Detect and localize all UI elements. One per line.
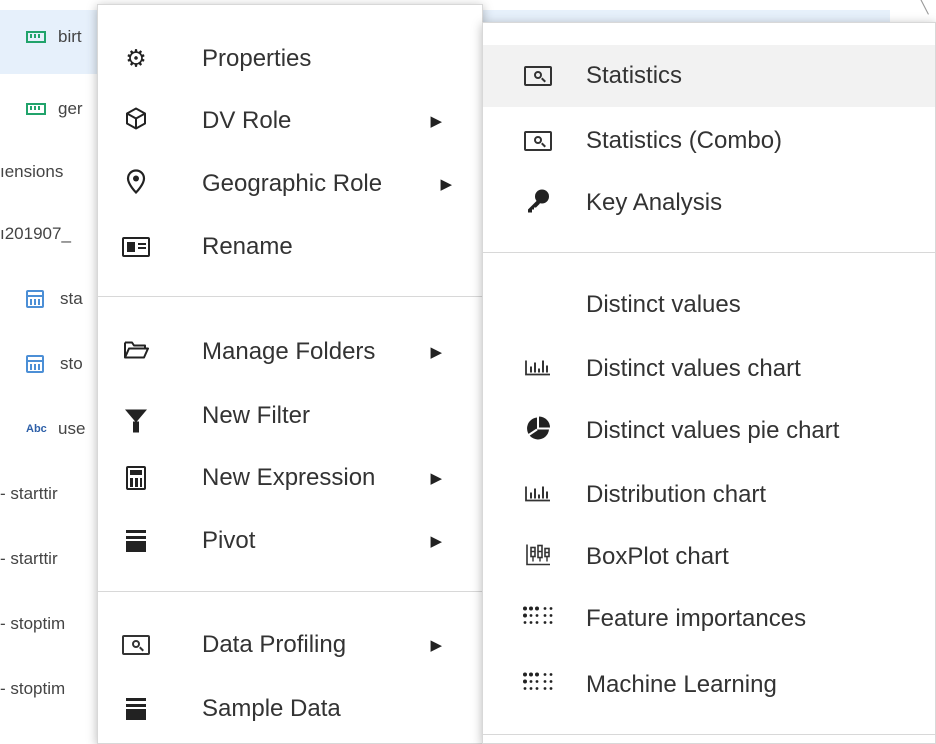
folder-open-icon — [123, 340, 149, 365]
tree-folder-dimensions[interactable]: ıensions — [0, 160, 63, 184]
submenu-item-distinct-values-chart[interactable]: Distinct values chart — [483, 343, 935, 395]
menu-item-label: Key Analysis — [586, 189, 723, 216]
calculator-icon — [126, 466, 146, 490]
menu-item-label: Feature importances — [586, 605, 807, 632]
bar-chart-icon — [524, 357, 552, 382]
tree-item-label: - starttir — [0, 549, 58, 568]
data-profiling-submenu: Statistics Statistics (Combo) Key Analys… — [482, 22, 936, 744]
tree-item-label: birt — [58, 27, 82, 46]
menu-item-sample-data[interactable]: Sample Data — [98, 683, 482, 735]
menu-item-dv-role[interactable]: DV Role ▶ — [98, 95, 482, 147]
pie-chart-icon — [525, 416, 551, 447]
tree-item-label: - stoptim — [0, 614, 66, 633]
measure-icon — [26, 103, 46, 115]
submenu-arrow-icon: ▶ — [430, 113, 442, 130]
tree-item-starttime-2[interactable]: - starttir — [0, 547, 58, 571]
menu-item-label: New Filter — [202, 402, 311, 429]
submenu-item-boxplot-chart[interactable]: BoxPlot chart — [483, 531, 935, 583]
menu-divider — [98, 296, 482, 297]
menu-divider — [98, 591, 482, 592]
menu-item-label: DV Role — [202, 107, 292, 134]
tree-item-label: ı201907_ — [0, 224, 71, 243]
submenu-arrow-icon: ▶ — [430, 637, 442, 654]
submenu-arrow-icon: ▶ — [430, 344, 442, 361]
id-card-icon — [122, 237, 150, 257]
menu-item-label: Statistics — [586, 62, 683, 89]
menu-item-properties[interactable]: ⚙ Properties — [98, 33, 482, 85]
tree-item-label: sto — [60, 354, 83, 373]
bar-chart-icon — [524, 483, 552, 508]
menu-divider — [483, 734, 935, 735]
menu-item-geographic-role[interactable]: Geographic Role ▶ — [98, 158, 482, 210]
tree-item-stoptime-1[interactable]: - stoptim — [0, 612, 65, 636]
submenu-item-statistics[interactable]: Statistics — [483, 45, 935, 107]
funnel-icon — [125, 409, 147, 433]
tree-item-label: ıensions — [0, 162, 64, 181]
menu-item-label: Properties — [202, 45, 312, 72]
menu-item-label: Rename — [202, 233, 293, 260]
submenu-arrow-icon: ▶ — [430, 533, 442, 550]
menu-item-label: Distribution chart — [586, 481, 767, 508]
scan-icon — [122, 635, 150, 655]
menu-item-new-filter[interactable]: New Filter — [98, 390, 482, 442]
menu-item-manage-folders[interactable]: Manage Folders ▶ — [98, 326, 482, 378]
tree-item-label: - starttir — [0, 484, 58, 503]
tree-item-label: - stoptim — [0, 679, 66, 698]
menu-item-label: Geographic Role — [202, 170, 383, 197]
dots-grid-icon — [522, 606, 554, 633]
tree-item-label: sta — [60, 289, 83, 308]
pivot-icon — [126, 530, 146, 552]
submenu-arrow-icon: ▶ — [430, 470, 442, 487]
tree-item-label: use — [58, 419, 86, 438]
menu-item-label: Sample Data — [202, 695, 341, 722]
menu-item-pivot[interactable]: Pivot ▶ — [98, 515, 482, 567]
submenu-item-machine-learning[interactable]: Machine Learning — [483, 659, 935, 711]
menu-item-label: Data Profiling — [202, 631, 347, 658]
submenu-item-key-analysis[interactable]: Key Analysis — [483, 177, 935, 229]
menu-item-label: Manage Folders — [202, 338, 376, 365]
key-icon — [524, 187, 552, 220]
calendar-icon — [26, 290, 44, 308]
tree-item-label: ger — [58, 99, 83, 118]
submenu-item-distribution-chart[interactable]: Distribution chart — [483, 469, 935, 521]
submenu-item-statistics-combo[interactable]: Statistics (Combo) — [483, 115, 935, 167]
scan-icon — [524, 66, 552, 86]
context-menu: ⚙ Properties DV Role ▶ Geographic Role ▶… — [97, 4, 483, 744]
menu-item-new-expression[interactable]: New Expression ▶ — [98, 452, 482, 504]
pivot-icon — [126, 698, 146, 720]
calendar-icon — [26, 355, 44, 373]
text-abc-icon: Abc — [26, 423, 47, 435]
menu-item-label: Distinct values pie chart — [586, 417, 840, 444]
menu-item-label: Distinct values — [586, 291, 741, 318]
menu-divider — [483, 252, 935, 253]
submenu-arrow-icon: ▶ — [440, 176, 452, 193]
menu-item-label: BoxPlot chart — [586, 543, 729, 570]
measure-icon — [26, 31, 46, 43]
cube-icon — [124, 107, 148, 136]
menu-item-label: Machine Learning — [586, 671, 777, 698]
tree-item-stoptime-2[interactable]: - stoptim — [0, 677, 65, 701]
submenu-item-distinct-values-pie-chart[interactable]: Distinct values pie chart — [483, 405, 935, 457]
tree-item-starttime-1[interactable]: - starttir — [0, 482, 58, 506]
menu-item-label: Statistics (Combo) — [586, 127, 783, 154]
menu-item-rename[interactable]: Rename — [98, 221, 482, 273]
menu-item-label: Pivot — [202, 527, 256, 554]
submenu-item-feature-importances[interactable]: Feature importances — [483, 593, 935, 645]
scroll-indicator-icon: ╲ — [920, 0, 929, 14]
boxplot-icon — [525, 543, 551, 572]
dots-grid-icon — [522, 672, 554, 699]
tree-folder-dataset[interactable]: ı201907_ — [0, 222, 71, 246]
scan-icon — [524, 131, 552, 151]
map-pin-icon — [126, 169, 146, 200]
submenu-item-distinct-values[interactable]: Distinct values — [483, 279, 935, 331]
menu-item-label: Distinct values chart — [586, 355, 801, 382]
menu-item-label: New Expression — [202, 464, 376, 491]
gear-icon: ⚙ — [125, 45, 147, 73]
menu-item-data-profiling[interactable]: Data Profiling ▶ — [98, 619, 482, 671]
